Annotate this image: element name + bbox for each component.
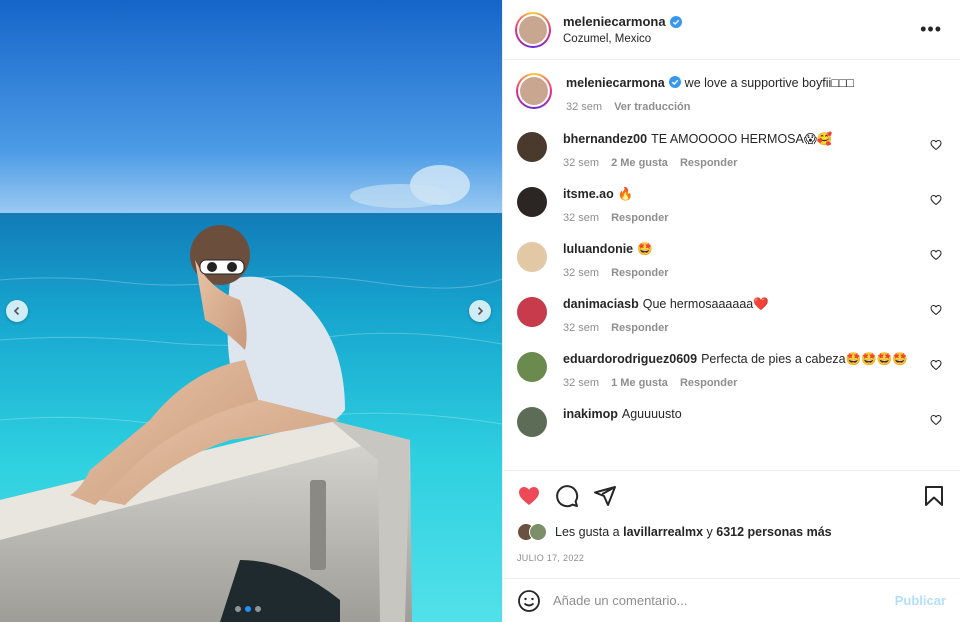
carousel-next-button[interactable]	[469, 300, 491, 322]
heart-filled-icon[interactable]	[517, 484, 541, 508]
reply-button[interactable]: Responder	[680, 157, 737, 169]
likes-connector: y	[706, 525, 713, 539]
comment-username[interactable]: eduardorodriguez0609	[563, 352, 697, 366]
comment-item: bhernandez00 TE AMOOOOO HERMOSA😱🥰 32 sem 2 …	[517, 131, 946, 169]
comment-input[interactable]	[553, 593, 895, 608]
post-media[interactable]	[0, 0, 502, 622]
caption-author-avatar[interactable]	[516, 73, 552, 109]
caption-time[interactable]: 32 sem	[566, 101, 602, 113]
post-header: meleniecarmona Cozumel, Mexico •••	[503, 0, 960, 60]
likes-others[interactable]: 6312 personas más	[716, 525, 831, 539]
translate-link[interactable]: Ver traducción	[614, 101, 690, 113]
commenter-avatar[interactable]	[517, 242, 547, 272]
smiley-icon[interactable]	[517, 589, 541, 613]
post-location[interactable]: Cozumel, Mexico	[563, 33, 916, 45]
likes-summary: Les gusta a lavillarrealmx y 6312 person…	[517, 523, 946, 541]
commenter-avatar[interactable]	[517, 132, 547, 162]
verified-badge-icon	[668, 76, 681, 88]
beach-boat-photo	[0, 0, 502, 622]
comment-username[interactable]: inakimop	[563, 407, 618, 421]
comment-username[interactable]: danimaciasb	[563, 297, 639, 311]
liker-avatar[interactable]	[529, 523, 547, 541]
add-comment-bar: Publicar	[503, 578, 960, 622]
caption-username[interactable]: meleniecarmona	[566, 76, 665, 90]
comment-text: Aguuuusto	[621, 407, 682, 421]
comment-time[interactable]: 32 sem	[563, 212, 599, 224]
reply-button[interactable]: Responder	[611, 267, 668, 279]
chevron-right-icon	[477, 306, 484, 316]
comment-bubble-icon[interactable]	[555, 484, 579, 508]
comment-text: TE AMOOOOO HERMOSA😱🥰	[651, 132, 833, 146]
commenter-avatar[interactable]	[517, 297, 547, 327]
post-caption: meleniecarmona we love a supportive boyfi…	[516, 72, 946, 113]
comment-text: 🔥	[617, 187, 634, 201]
comment-like-heart-icon[interactable]	[930, 304, 942, 316]
comment-like-heart-icon[interactable]	[930, 359, 942, 371]
comment-text: Perfecta de pies a cabeza🤩🤩🤩🤩	[701, 352, 908, 366]
comments-list[interactable]: meleniecarmona we love a supportive boyfi…	[503, 60, 960, 470]
carousel-dot-active	[245, 606, 251, 612]
comment-like-heart-icon[interactable]	[930, 249, 942, 261]
comment-time[interactable]: 32 sem	[563, 157, 599, 169]
chevron-left-icon	[13, 306, 20, 316]
post-modal: meleniecarmona Cozumel, Mexico ••• melen…	[0, 0, 960, 622]
carousel-prev-button[interactable]	[6, 300, 28, 322]
publish-button[interactable]: Publicar	[895, 593, 946, 608]
comment-username[interactable]: bhernandez00	[563, 132, 647, 146]
comment-username[interactable]: luluandonie	[563, 242, 633, 256]
comment-item: inakimop Aguuuusto	[517, 406, 946, 437]
carousel-dot	[235, 606, 241, 612]
carousel-dot	[255, 606, 261, 612]
reply-button[interactable]: Responder	[611, 212, 668, 224]
post-sidebar: meleniecarmona Cozumel, Mexico ••• melen…	[502, 0, 960, 622]
comment-username[interactable]: itsme.ao	[563, 187, 614, 201]
comment-item: danimaciasb Que hermosaaaaaa❤️ 32 sem Respo…	[517, 296, 946, 334]
carousel-indicator	[235, 606, 261, 612]
commenter-avatar[interactable]	[517, 407, 547, 437]
comment-likes[interactable]: 1 Me gusta	[611, 377, 668, 389]
author-username[interactable]: meleniecarmona	[563, 14, 666, 29]
commenter-avatar[interactable]	[517, 187, 547, 217]
comment-item: itsme.ao 🔥 32 sem Responder	[517, 186, 946, 224]
comment-like-heart-icon[interactable]	[930, 139, 942, 151]
commenter-avatar[interactable]	[517, 352, 547, 382]
comment-item: luluandonie 🤩 32 sem Responder	[517, 241, 946, 279]
comment-likes[interactable]: 2 Me gusta	[611, 157, 668, 169]
reply-button[interactable]: Responder	[611, 322, 668, 334]
paper-plane-icon[interactable]	[593, 484, 617, 508]
comment-time[interactable]: 32 sem	[563, 377, 599, 389]
verified-badge-icon	[669, 15, 682, 28]
author-avatar[interactable]	[515, 11, 551, 48]
comment-like-heart-icon[interactable]	[930, 414, 942, 426]
more-options-button[interactable]: •••	[916, 15, 946, 44]
post-actions: Les gusta a lavillarrealmx y 6312 person…	[503, 470, 960, 578]
likes-prefix: Les gusta a	[555, 525, 620, 539]
comment-like-heart-icon[interactable]	[930, 194, 942, 206]
comment-time[interactable]: 32 sem	[563, 322, 599, 334]
caption-text: we love a supportive boyfii□□□	[684, 76, 854, 90]
post-date[interactable]: JULIO 17, 2022	[517, 553, 946, 563]
likes-user[interactable]: lavillarrealmx	[623, 525, 703, 539]
comment-item: eduardorodriguez0609 Perfecta de pies a c…	[517, 351, 946, 389]
comment-text: 🤩	[637, 242, 653, 256]
comment-text: Que hermosaaaaaa❤️	[642, 297, 769, 311]
comment-time[interactable]: 32 sem	[563, 267, 599, 279]
bookmark-icon[interactable]	[922, 484, 946, 508]
reply-button[interactable]: Responder	[680, 377, 737, 389]
